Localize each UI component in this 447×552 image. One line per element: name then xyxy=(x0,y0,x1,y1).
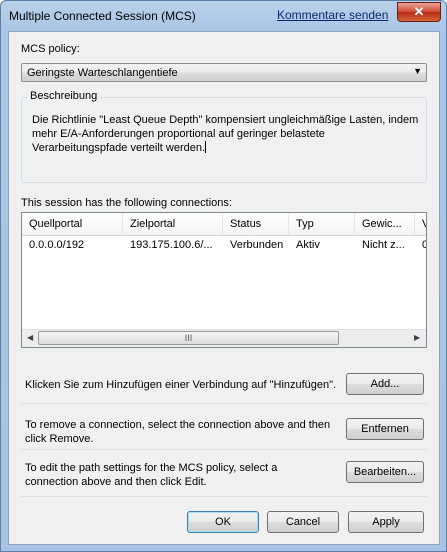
divider xyxy=(21,496,427,497)
grip-icon: III xyxy=(184,333,193,343)
remove-button[interactable]: Entfernen xyxy=(346,418,424,440)
connections-list[interactable]: Quellportal Zielportal Status Typ Gewic.… xyxy=(21,212,427,348)
horizontal-scrollbar[interactable]: ◀ III ▶ xyxy=(22,329,426,347)
edit-button[interactable]: Bearbeiten... xyxy=(346,461,424,483)
cell-quellportal: 0.0.0.0/192 xyxy=(29,239,85,251)
list-header: Quellportal Zielportal Status Typ Gewic.… xyxy=(22,213,426,236)
divider xyxy=(21,403,427,404)
column-header-v[interactable]: V xyxy=(415,213,426,235)
dialog-window: Multiple Connected Session (MCS) Komment… xyxy=(0,0,447,552)
column-header-zielportal[interactable]: Zielportal xyxy=(123,213,223,235)
close-icon: ✕ xyxy=(413,4,425,19)
ok-button[interactable]: OK xyxy=(187,511,259,533)
description-text-field[interactable]: Die Richtlinie "Least Queue Depth" kompe… xyxy=(32,113,422,155)
cell-gewicht: Nicht z... xyxy=(362,239,405,251)
scrollbar-thumb[interactable]: III xyxy=(38,331,339,345)
cell-v: 0 xyxy=(415,239,426,251)
policy-label: MCS policy: xyxy=(21,43,80,55)
cell-status: Verbunden xyxy=(230,239,284,251)
text-caret xyxy=(205,141,207,153)
cancel-button[interactable]: Cancel xyxy=(267,511,339,533)
policy-dropdown[interactable]: Geringste Warteschlangentiefe ▼ xyxy=(21,63,427,82)
edit-instructions: To edit the path settings for the MCS po… xyxy=(25,462,278,488)
title-bar[interactable]: Multiple Connected Session (MCS) Komment… xyxy=(1,1,446,31)
window-title: Multiple Connected Session (MCS) xyxy=(9,9,196,23)
divider xyxy=(21,449,427,450)
column-header-typ[interactable]: Typ xyxy=(289,213,355,235)
close-button[interactable]: ✕ xyxy=(397,2,441,22)
scroll-right-icon[interactable]: ▶ xyxy=(414,333,420,342)
apply-button[interactable]: Apply xyxy=(348,511,424,533)
add-button[interactable]: Add... xyxy=(346,373,424,395)
add-instructions: Klicken Sie zum Hinzufügen einer Verbind… xyxy=(25,379,337,391)
column-header-quellportal[interactable]: Quellportal xyxy=(22,213,123,235)
feedback-link[interactable]: Kommentare senden xyxy=(277,8,388,22)
cell-typ: Aktiv xyxy=(296,239,320,251)
column-header-status[interactable]: Status xyxy=(223,213,289,235)
remove-instructions: To remove a connection, select the conne… xyxy=(25,419,331,445)
description-label: Beschreibung xyxy=(27,90,101,102)
cell-zielportal: 193.175.100.6/... xyxy=(130,239,213,251)
dialog-body: MCS policy: Geringste Warteschlangentief… xyxy=(8,31,440,545)
column-header-gewicht[interactable]: Gewic... xyxy=(355,213,415,235)
description-text: Die Richtlinie "Least Queue Depth" kompe… xyxy=(32,114,419,154)
scroll-left-icon[interactable]: ◀ xyxy=(27,333,33,342)
connections-label: This session has the following connectio… xyxy=(21,197,232,209)
policy-selected-value: Geringste Warteschlangentiefe xyxy=(27,67,178,79)
chevron-down-icon: ▼ xyxy=(413,66,422,76)
